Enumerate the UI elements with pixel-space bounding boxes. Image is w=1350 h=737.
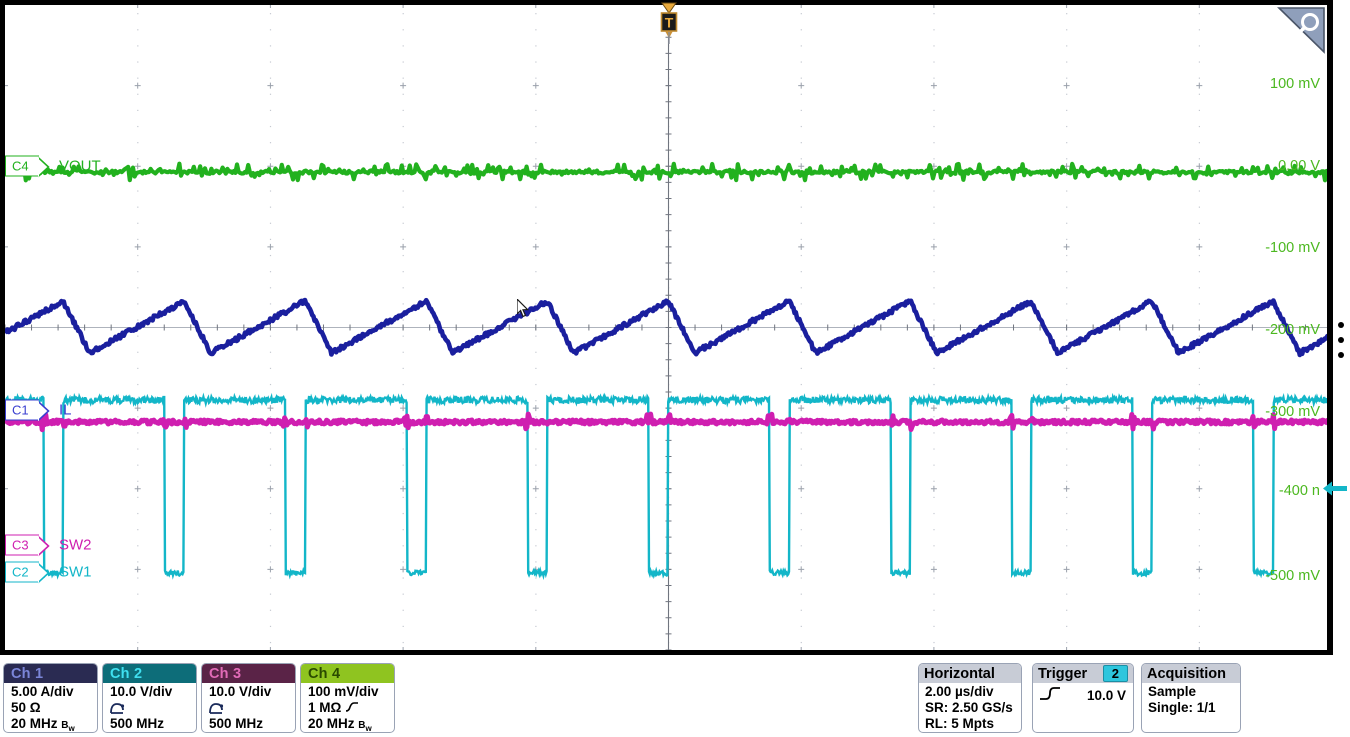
- channel-tag-label-c3: SW2: [59, 537, 92, 554]
- chevron-right-icon: [38, 563, 50, 584]
- channel-settings-header-3: Ch 3: [202, 664, 295, 683]
- channel-tag-label-c4: VOUT: [59, 158, 101, 175]
- channel-tag-c2[interactable]: C2 SW1: [5, 562, 92, 583]
- channel-bandwidth-2: 500 MHz: [110, 716, 196, 732]
- scale-label-6: -500 mV: [1265, 568, 1320, 584]
- dot: [1338, 322, 1344, 328]
- channel-settings-header-1: Ch 1: [4, 664, 97, 683]
- channel-scale-3: 10.0 V/div: [209, 684, 295, 700]
- trigger-panel[interactable]: Trigger 2 10.0 V: [1032, 663, 1134, 733]
- horizontal-timebase: 2.00 µs/div: [925, 684, 1021, 700]
- graticule-right-rail: [1327, 0, 1333, 655]
- acquisition-panel[interactable]: Acquisition Sample Single: 1/1: [1141, 663, 1241, 733]
- channel-badge-c3[interactable]: C3: [5, 535, 39, 556]
- magnifier-icon[interactable]: [1274, 6, 1326, 56]
- channel-coupling-3: [209, 700, 295, 716]
- channel-scale-2: 10.0 V/div: [110, 684, 196, 700]
- channel-coupling-2: [110, 700, 196, 716]
- bottom-settings-bar: Ch 15.00 A/div50 Ω20 MHz BwCh 210.0 V/di…: [0, 660, 1350, 737]
- trigger-title: Trigger: [1038, 666, 1087, 682]
- trigger-position-marker[interactable]: T: [660, 2, 678, 42]
- dc-coupling-icon: [110, 702, 125, 715]
- channel-bandwidth-1: 20 MHz Bw: [11, 716, 97, 733]
- channel-coupling-4: 1 MΩ: [308, 700, 394, 716]
- trigger-source-badge[interactable]: 2: [1103, 665, 1128, 682]
- scale-label-3: -200 mV: [1265, 322, 1320, 338]
- acquisition-panel-header: Acquisition: [1142, 664, 1240, 683]
- side-menu-handle[interactable]: [1335, 322, 1347, 358]
- scale-label-5: -400 n: [1279, 483, 1320, 499]
- channel-settings-4[interactable]: Ch 4100 mV/div1 MΩ20 MHz Bw: [300, 663, 395, 733]
- scale-label-0: 100 mV: [1270, 76, 1320, 92]
- channel-settings-3[interactable]: Ch 310.0 V/div 500 MHz: [201, 663, 296, 733]
- channel-settings-2[interactable]: Ch 210.0 V/div 500 MHz: [102, 663, 197, 733]
- acquisition-title: Acquisition: [1147, 666, 1226, 682]
- horizontal-sample-rate: SR: 2.50 GS/s: [925, 700, 1021, 716]
- dot: [1338, 352, 1344, 358]
- channel-impedance-1: 50 Ω: [11, 700, 41, 716]
- chevron-right-icon: [38, 157, 50, 178]
- trigger-marker-label: T: [665, 15, 674, 31]
- channel-bandwidth-4: 20 MHz Bw: [308, 716, 394, 733]
- channel-settings-header-4: Ch 4: [301, 664, 394, 683]
- oscilloscope-screen: T 100 mV 0.00 V -100 mV -200 mV -300 mV -400 …: [0, 0, 1350, 737]
- channel-settings-header-2: Ch 2: [103, 664, 196, 683]
- channel-impedance-4: 1 MΩ: [308, 700, 341, 716]
- channel-tag-c4[interactable]: C4 VOUT: [5, 156, 101, 177]
- scale-label-4: -300 mV: [1265, 404, 1320, 420]
- channel-coupling-1: 50 Ω: [11, 700, 97, 716]
- scale-label-2: -100 mV: [1265, 240, 1320, 256]
- channel-scale-4: 100 mV/div: [308, 684, 394, 700]
- dc-coupling-icon: [209, 702, 224, 715]
- horizontal-record-length: RL: 5 Mpts: [925, 716, 1021, 732]
- channel-tag-label-c2: SW1: [59, 564, 92, 581]
- chevron-right-icon: [38, 536, 50, 557]
- channel-scale-1: 5.00 A/div: [11, 684, 97, 700]
- acquisition-mode: Sample: [1148, 684, 1240, 700]
- trigger-level: 10.0 V: [1067, 688, 1133, 704]
- channel-bandwidth-3: 500 MHz: [209, 716, 295, 732]
- horizontal-panel[interactable]: Horizontal 2.00 µs/div SR: 2.50 GS/s RL:…: [918, 663, 1022, 733]
- channel-tag-c1[interactable]: C1 IL: [5, 400, 72, 421]
- dot: [1338, 337, 1344, 343]
- horizontal-title: Horizontal: [924, 666, 995, 682]
- waveform-traces: [5, 5, 1332, 650]
- chevron-right-icon: [38, 401, 50, 422]
- trigger-panel-header: Trigger 2: [1033, 664, 1133, 683]
- channel-badge-c4[interactable]: C4: [5, 156, 39, 177]
- horizontal-panel-header: Horizontal: [919, 664, 1021, 683]
- waveform-graticule[interactable]: [0, 0, 1332, 655]
- channel-tag-c3[interactable]: C3 SW2: [5, 535, 92, 556]
- ac-coupling-icon: [345, 702, 359, 714]
- channel-badge-c1[interactable]: C1: [5, 400, 39, 421]
- channel-tag-label-c1: IL: [59, 402, 72, 419]
- mouse-pointer-icon: [517, 299, 531, 319]
- acquisition-sequence: Single: 1/1: [1148, 700, 1240, 716]
- ch2-offset-marker[interactable]: [1322, 479, 1348, 504]
- channel-badge-c2[interactable]: C2: [5, 562, 39, 583]
- scale-label-1: 0.00 V: [1278, 158, 1320, 174]
- rising-edge-icon: [1039, 686, 1061, 705]
- channel-settings-1[interactable]: Ch 15.00 A/div50 Ω20 MHz Bw: [3, 663, 98, 733]
